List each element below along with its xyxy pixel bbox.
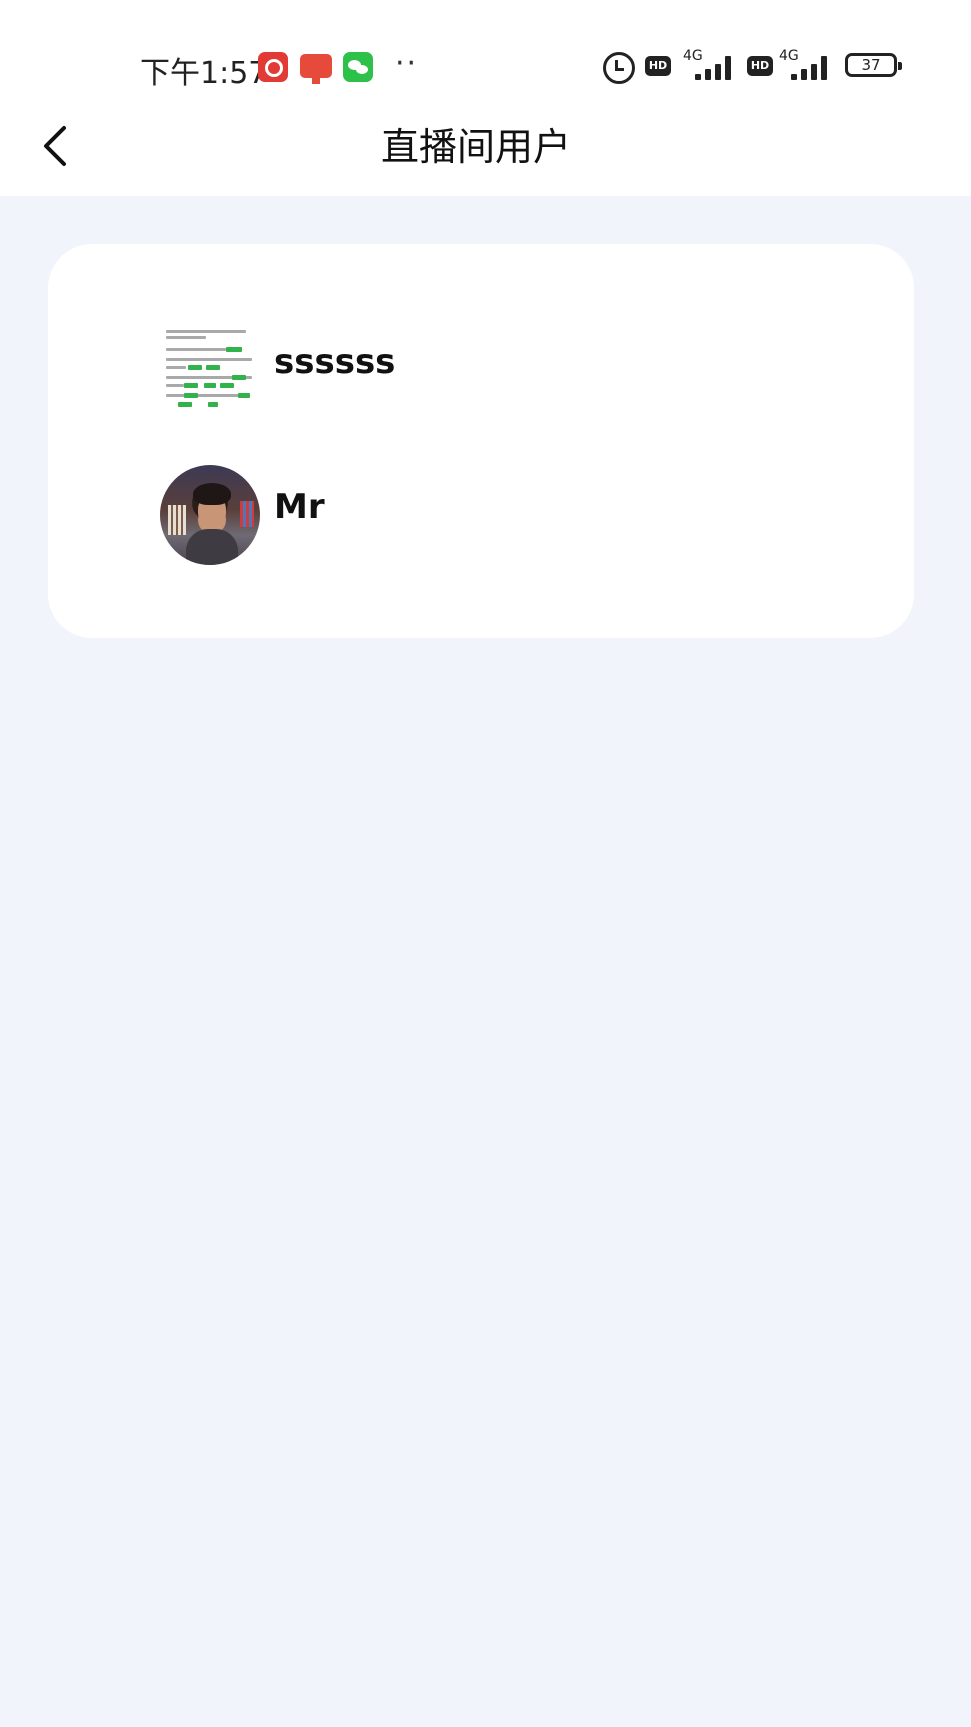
hd-icon: HD: [747, 56, 773, 76]
signal-strength-icon: [695, 56, 739, 80]
more-notifications-indicator: ··: [395, 46, 419, 81]
page-title: 直播间用户: [380, 125, 571, 169]
user-name: ssssss: [274, 342, 396, 382]
avatar: [160, 320, 260, 420]
wechat-icon: [343, 52, 373, 82]
user-list-item[interactable]: Mr: [108, 459, 898, 569]
user-name: Mr: [274, 487, 325, 527]
netease-music-icon: [258, 52, 288, 82]
tv-app-icon: [300, 54, 332, 84]
status-time: 下午1:57: [140, 56, 268, 91]
hd-icon: HD: [645, 56, 671, 76]
alarm-icon: [603, 52, 635, 84]
avatar: [160, 465, 260, 565]
user-list-item[interactable]: ssssss: [108, 314, 898, 424]
user-list-card: ssssss Mr: [48, 244, 914, 638]
signal-strength-icon: [791, 56, 835, 80]
battery-icon: 37: [845, 53, 902, 77]
